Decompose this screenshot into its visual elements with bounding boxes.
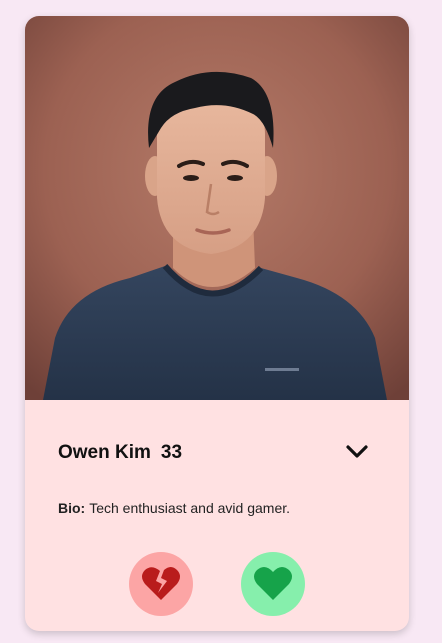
profile-bio: Bio: Tech enthusiast and avid gamer. (58, 500, 290, 516)
expand-profile-button[interactable] (343, 440, 371, 464)
name-age-row: Owen Kim 33 (58, 442, 182, 464)
profile-info: Owen Kim 33 Bio: Tech enthusiast and avid … (25, 400, 409, 631)
profile-name: Owen Kim (58, 442, 151, 463)
bio-text: Tech enthusiast and avid gamer. (89, 500, 291, 516)
profile-photo-illustration (25, 16, 409, 400)
heart-icon (254, 566, 292, 600)
profile-photo (25, 16, 409, 400)
chevron-down-icon (346, 445, 368, 458)
broken-heart-icon (142, 567, 180, 600)
like-button[interactable] (241, 552, 305, 616)
profile-card: Owen Kim 33 Bio: Tech enthusiast and avid … (25, 16, 409, 631)
dislike-button[interactable] (129, 552, 193, 616)
bio-label: Bio: (58, 500, 86, 516)
profile-age: 33 (160, 442, 183, 463)
